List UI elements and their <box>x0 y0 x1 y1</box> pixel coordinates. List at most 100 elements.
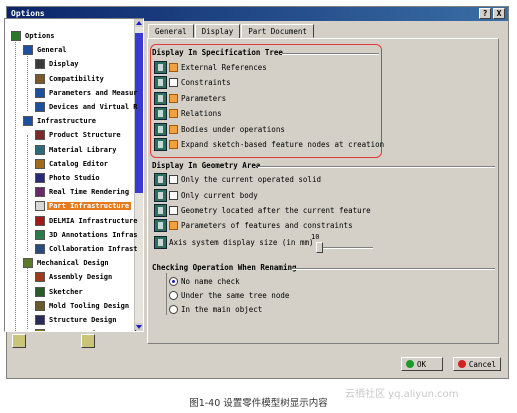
expand-sketch-checkbox[interactable] <box>169 140 178 149</box>
lock-icon[interactable] <box>154 61 167 74</box>
option-label: Only the current operated solid <box>181 175 321 184</box>
lock-icon[interactable] <box>154 189 167 202</box>
tree-item-label: Parameters and Measur <box>49 88 138 97</box>
tree-item[interactable]: 2D Layout for 3D Desi <box>35 328 140 331</box>
option-label: Parameters <box>181 94 227 103</box>
option-expand-sketch[interactable]: Expand sketch-based feature nodes at cre… <box>154 138 384 151</box>
lock-icon[interactable] <box>154 236 167 249</box>
tree-connector <box>27 259 28 329</box>
lock-icon[interactable] <box>154 107 167 120</box>
no-name-check-radio[interactable] <box>169 277 178 286</box>
group-divider <box>258 166 495 168</box>
option-parameters[interactable]: Parameters <box>154 92 226 105</box>
tree-item-label: Display <box>49 60 79 69</box>
tree-item[interactable]: Photo Studio <box>35 172 102 184</box>
tree-item[interactable]: Infrastructure <box>23 115 98 127</box>
parameters-features-checkbox[interactable] <box>169 221 178 230</box>
lock-icon[interactable] <box>154 204 167 217</box>
lock-icon[interactable] <box>154 219 167 232</box>
bodies-checkbox[interactable] <box>169 125 178 134</box>
lock-icon[interactable] <box>154 173 167 186</box>
tree-item[interactable]: 3D Annotations Infras <box>35 229 140 241</box>
tree-item[interactable]: Sketcher <box>35 286 85 298</box>
tab-display[interactable]: Display <box>194 24 241 39</box>
tree-item[interactable]: DELMIA Infrastructure <box>35 215 140 227</box>
lock-icon[interactable] <box>154 92 167 105</box>
tree-item[interactable]: Display <box>35 58 81 70</box>
tree-item[interactable]: Collaboration Infrast <box>35 243 140 255</box>
option-no-name-check[interactable]: No name check <box>169 275 240 288</box>
tree-item[interactable]: Compatibility <box>35 73 106 85</box>
current-body-checkbox[interactable] <box>169 191 178 200</box>
option-parameters-features[interactable]: Parameters of features and constraints <box>154 219 353 232</box>
help-button[interactable]: ? <box>479 8 491 19</box>
tree-item-label: Structure Design <box>49 316 117 324</box>
window-title: Options <box>11 9 45 18</box>
assembly-icon <box>35 272 45 283</box>
annotations-icon <box>35 229 45 240</box>
cancel-button[interactable]: Cancel <box>453 357 501 371</box>
tree-item[interactable]: Material Library <box>35 144 118 156</box>
main-object-radio[interactable] <box>169 305 178 314</box>
lock-icon[interactable] <box>154 138 167 151</box>
current-operated-solid-checkbox[interactable] <box>169 175 178 184</box>
ok-button[interactable]: OK <box>401 357 443 371</box>
tab-general[interactable]: General <box>148 24 194 38</box>
mechanical-design-icon <box>23 258 33 269</box>
options-tree[interactable]: Options General Display Compatibility Parame… <box>4 18 144 332</box>
scroll-up-icon[interactable] <box>135 19 143 27</box>
tree-item-label: Sketcher <box>49 287 83 296</box>
tree-item[interactable]: Part Infrastructure <box>35 200 132 212</box>
lock-icon[interactable] <box>154 76 167 89</box>
tree-item[interactable]: Options <box>11 30 57 42</box>
tree-item-label: Compatibility <box>49 74 104 83</box>
geometry-after-feature-checkbox[interactable] <box>169 206 178 215</box>
option-label: Geometry located after the current featu… <box>181 206 371 215</box>
tree-item[interactable]: Assembly Design <box>35 271 114 283</box>
tree-item[interactable]: Devices and Virtual R <box>35 101 140 113</box>
tree-item[interactable]: Real Time Rendering <box>35 186 131 198</box>
option-bodies-under-operations[interactable]: Bodies under operations <box>154 123 285 136</box>
tree-item[interactable]: Parameters and Measur <box>35 87 140 99</box>
option-current-operated-solid[interactable]: Only the current operated solid <box>154 173 321 186</box>
parameters-checkbox[interactable] <box>169 94 178 103</box>
tree-item-label: Devices and Virtual R <box>49 103 138 111</box>
axis-size-slider-track[interactable] <box>317 247 373 249</box>
option-relations[interactable]: Relations <box>154 107 222 120</box>
tree-item[interactable]: Structure Design <box>35 314 118 326</box>
close-button[interactable]: X <box>493 8 505 19</box>
external-references-checkbox[interactable] <box>169 63 178 72</box>
tree-item[interactable]: Product Structure <box>35 129 123 141</box>
tree-nav-right-icon[interactable] <box>81 334 95 348</box>
devices-icon <box>35 102 45 112</box>
option-current-body[interactable]: Only current body <box>154 189 258 202</box>
relations-checkbox[interactable] <box>169 109 178 118</box>
option-label: No name check <box>181 277 240 286</box>
scroll-thumb[interactable] <box>135 33 143 193</box>
lock-icon[interactable] <box>154 123 167 136</box>
tree-item[interactable]: General <box>23 44 69 56</box>
tree-nav-left-icon[interactable] <box>12 334 26 348</box>
tab-part-document[interactable]: Part Document <box>241 24 314 38</box>
option-label: Expand sketch-based feature nodes at cre… <box>181 140 385 149</box>
option-same-tree-node[interactable]: Under the same tree node <box>169 289 289 302</box>
option-geometry-after-feature[interactable]: Geometry located after the current featu… <box>154 204 371 217</box>
axis-size-label: Axis system display size (in mm) <box>169 238 314 247</box>
option-label: Relations <box>181 109 222 118</box>
geometry-area-title: Display In Geometry Area <box>152 161 261 170</box>
constraints-checkbox[interactable] <box>169 78 178 87</box>
tree-scrollbar[interactable] <box>134 19 143 331</box>
delmia-icon <box>35 215 45 226</box>
tree-item[interactable]: Mold Tooling Design <box>35 300 131 312</box>
options-folder-icon <box>11 31 21 41</box>
axis-size-slider-thumb[interactable] <box>315 242 323 253</box>
tree-footer <box>4 333 144 355</box>
same-tree-node-radio[interactable] <box>169 291 178 300</box>
tree-item[interactable]: Mechanical Design <box>23 257 111 269</box>
option-constraints[interactable]: Constraints <box>154 76 231 89</box>
option-external-references[interactable]: External References <box>154 61 267 74</box>
option-main-object[interactable]: In the main object <box>169 303 262 316</box>
option-label: Only current body <box>181 191 258 200</box>
tree-item-label: Product Structure <box>49 131 121 140</box>
tree-item[interactable]: Catalog Editor <box>35 158 110 170</box>
